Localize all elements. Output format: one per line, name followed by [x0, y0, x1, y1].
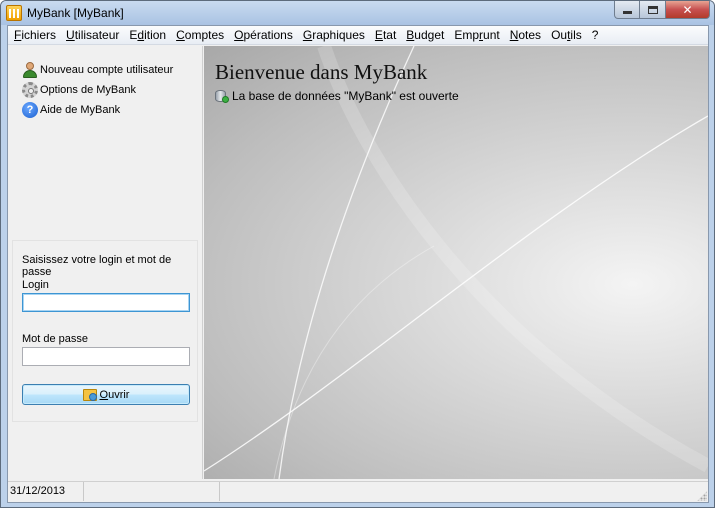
gear-icon	[22, 82, 38, 98]
welcome-panel: Bienvenue dans MyBank La base de données…	[204, 46, 708, 479]
minimize-button[interactable]	[614, 1, 640, 19]
login-panel: Saisissez votre login et mot de passe Lo…	[12, 240, 198, 422]
login-instructions: Saisissez votre login et mot de passe	[22, 254, 172, 278]
login-label: Login	[22, 279, 49, 291]
close-button[interactable]: ✕	[666, 1, 710, 19]
menu-item[interactable]: ?	[587, 26, 604, 45]
password-label: Mot de passe	[22, 333, 89, 345]
login-input[interactable]	[22, 293, 190, 312]
open-button-label: Ouvrir	[99, 388, 130, 401]
user-icon	[22, 62, 38, 78]
open-button[interactable]: Ouvrir	[22, 384, 190, 405]
password-input[interactable]	[22, 347, 190, 366]
client-area: Fichiers Utilisateur Edition Comptes Opérati…	[7, 25, 709, 503]
database-status-text: La base de données "MyBank" est ouverte	[232, 89, 459, 103]
sidebar: Nouveau compte utilisateur Options de My…	[8, 46, 203, 479]
menu-bar: Fichiers Utilisateur Edition Comptes Opérati…	[8, 26, 708, 45]
menu-item[interactable]: Outils	[546, 26, 587, 45]
menu-item[interactable]: Utilisateur	[61, 26, 124, 45]
database-status: La base de données "MyBank" est ouverte	[215, 89, 459, 103]
sidebar-link-new-user[interactable]: Nouveau compte utilisateur	[22, 62, 173, 78]
open-folder-icon	[82, 388, 97, 401]
app-logo-icon[interactable]	[6, 5, 22, 21]
status-bar: 31/12/2013	[8, 481, 708, 502]
status-cell-3	[220, 482, 708, 501]
menu-item[interactable]: Emprunt	[449, 26, 504, 45]
sidebar-link-label: Nouveau compte utilisateur	[40, 64, 174, 76]
menu-item[interactable]: Budget	[401, 26, 449, 45]
maximize-icon	[647, 5, 658, 14]
menu-item[interactable]: Fichiers	[9, 26, 61, 45]
menu-item[interactable]: Comptes	[171, 26, 229, 45]
menu-item[interactable]: Etat	[370, 26, 401, 45]
welcome-title: Bienvenue dans MyBank	[215, 60, 428, 84]
help-icon: ?	[22, 102, 38, 118]
app-window: MyBank [MyBank] ✕ Fichiers Utilisateur Edi…	[0, 0, 715, 508]
window-title: MyBank [MyBank]	[27, 6, 124, 20]
maximize-button[interactable]	[640, 1, 666, 19]
sidebar-link-label: Options de MyBank	[40, 84, 136, 96]
background-curves	[204, 46, 708, 479]
menu-item[interactable]: Opérations	[229, 26, 298, 45]
status-date: 31/12/2013	[8, 482, 84, 501]
title-bar[interactable]: MyBank [MyBank] ✕	[1, 1, 714, 25]
database-icon	[215, 89, 229, 103]
window-controls: ✕	[614, 1, 710, 19]
minimize-icon	[622, 11, 632, 14]
sidebar-link-label: Aide de MyBank	[40, 104, 121, 116]
menu-item[interactable]: Notes	[505, 26, 546, 45]
sidebar-link-help[interactable]: ? Aide de MyBank	[22, 102, 120, 118]
close-icon: ✕	[682, 2, 693, 17]
status-cell-2	[84, 482, 220, 501]
menu-item[interactable]: Edition	[124, 26, 171, 45]
menu-item[interactable]: Graphiques	[298, 26, 370, 45]
sidebar-link-options[interactable]: Options de MyBank	[22, 82, 136, 98]
